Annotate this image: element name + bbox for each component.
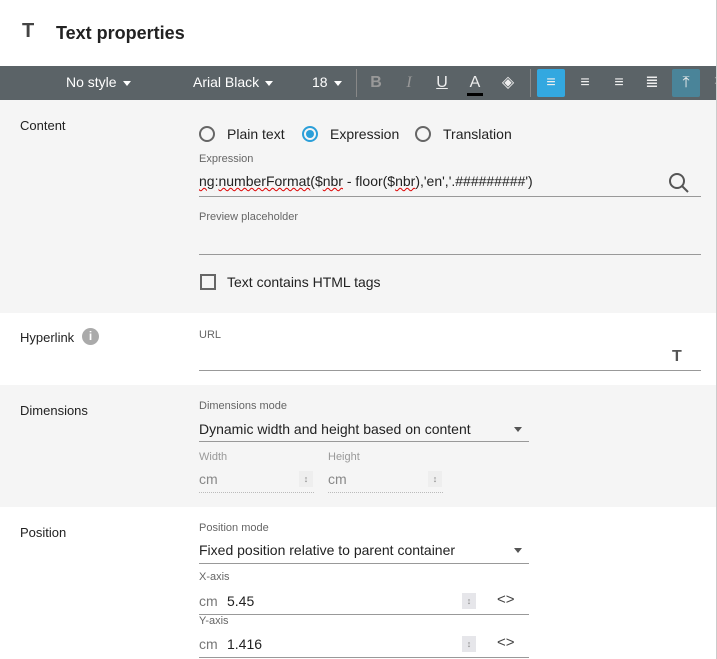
expression-label: Expression <box>199 153 254 165</box>
url-underline <box>199 370 701 371</box>
y-axis-input[interactable]: 1.416 <box>227 636 262 652</box>
align-right-icon[interactable]: ≡ <box>605 69 633 97</box>
y-underline <box>199 657 529 658</box>
size-value: 18 <box>312 74 328 90</box>
divider <box>530 69 531 97</box>
radio-translation[interactable] <box>415 126 431 142</box>
width-underline <box>199 492 314 493</box>
info-icon[interactable]: i <box>82 328 99 345</box>
x-unit: cm <box>199 593 218 609</box>
expr-part: ),'en','.#########') <box>415 173 533 189</box>
dimensions-mode-label: Dimensions mode <box>199 400 288 412</box>
position-mode-select[interactable]: Fixed position relative to parent contai… <box>199 542 455 558</box>
preview-label: Preview placeholder <box>199 211 299 223</box>
height-underline <box>328 492 443 493</box>
underline-icon[interactable]: U <box>428 69 456 97</box>
dimensions-label: Dimensions <box>20 403 88 418</box>
chevron-down-icon <box>122 80 131 86</box>
chevron-down-icon[interactable] <box>514 427 522 432</box>
x-axis-label: X-axis <box>199 571 230 583</box>
radio-plain-text[interactable] <box>199 126 215 142</box>
expr-part: - floor($ <box>342 173 396 189</box>
width-label: Width <box>199 451 228 463</box>
size-select[interactable]: 18 <box>312 74 342 90</box>
expression-input[interactable]: ng:numberFormat($nbr - floor($nbr),'en',… <box>199 173 533 189</box>
width-input[interactable]: cm <box>199 471 218 487</box>
format-toolbar: No style Arial Black 18 B I U A ◈ ≡ ≡ ≡ … <box>0 66 717 100</box>
font-select[interactable]: Arial Black <box>193 74 274 90</box>
font-color-icon[interactable]: A <box>461 69 489 97</box>
align-left-icon[interactable]: ≡ <box>537 69 565 97</box>
height-input[interactable]: cm <box>328 471 347 487</box>
x-spinner-icon[interactable]: ↕ <box>462 593 476 609</box>
valign-top-icon[interactable]: ⤒ <box>672 69 700 97</box>
x-axis-input[interactable]: 5.45 <box>227 593 254 609</box>
code-brackets-icon[interactable]: <> <box>497 634 515 651</box>
radio-plain-text-label: Plain text <box>227 126 285 142</box>
height-label: Height <box>328 451 360 463</box>
position-label: Position <box>20 525 67 540</box>
text-icon: T <box>22 20 35 42</box>
expr-part: numberFormat <box>218 173 311 189</box>
content-section: Content Plain text Expression Translatio… <box>0 100 717 313</box>
chevron-down-icon <box>265 80 274 86</box>
height-spinner-icon[interactable]: ↕ <box>428 471 442 487</box>
width-spinner-icon[interactable]: ↕ <box>299 471 313 487</box>
chevron-down-icon <box>333 80 342 86</box>
content-label: Content <box>20 118 66 133</box>
expr-part: nbr <box>322 173 343 189</box>
x-underline <box>199 614 529 615</box>
align-center-icon[interactable]: ≡ <box>571 69 599 97</box>
position-mode-label: Position mode <box>199 522 269 534</box>
text-icon[interactable]: T <box>672 348 682 366</box>
position-mode-underline <box>199 563 529 564</box>
position-section: Position Position mode Fixed position re… <box>0 507 717 659</box>
expression-underline <box>199 196 701 197</box>
bold-icon[interactable]: B <box>362 69 390 97</box>
hyperlink-label: Hyperlink <box>20 330 75 345</box>
style-select[interactable]: No style <box>66 74 131 90</box>
radio-expression-label: Expression <box>330 126 400 142</box>
url-label: URL <box>199 329 222 341</box>
style-value: No style <box>66 74 117 90</box>
expr-part: ng <box>199 173 215 189</box>
dialog-title: Text properties <box>56 23 185 43</box>
fill-color-icon[interactable]: ◈ <box>494 69 522 97</box>
expr-part: ($ <box>310 173 323 189</box>
radio-translation-label: Translation <box>443 126 512 142</box>
font-value: Arial Black <box>193 74 260 90</box>
hyperlink-section: Hyperlink i URL T <box>0 313 717 385</box>
radio-expression[interactable] <box>302 126 318 142</box>
dimensions-section: Dimensions Dimensions mode Dynamic width… <box>0 385 717 507</box>
chevron-down-icon[interactable] <box>514 548 522 553</box>
italic-icon[interactable]: I <box>395 69 423 97</box>
divider <box>356 69 357 97</box>
y-spinner-icon[interactable]: ↕ <box>462 636 476 652</box>
dimensions-mode-select[interactable]: Dynamic width and height based on conten… <box>199 421 471 437</box>
y-unit: cm <box>199 636 218 652</box>
y-axis-label: Y-axis <box>199 615 229 627</box>
html-tags-checkbox[interactable] <box>200 274 216 290</box>
preview-underline <box>199 254 701 255</box>
dimensions-mode-underline <box>199 441 529 442</box>
dialog-header: T Text properties <box>0 0 717 66</box>
expr-part: nbr <box>395 173 416 189</box>
search-icon[interactable] <box>668 172 690 194</box>
html-tags-label: Text contains HTML tags <box>227 274 381 290</box>
align-justify-icon[interactable]: ≣ <box>638 69 666 97</box>
code-brackets-icon[interactable]: <> <box>497 591 515 608</box>
